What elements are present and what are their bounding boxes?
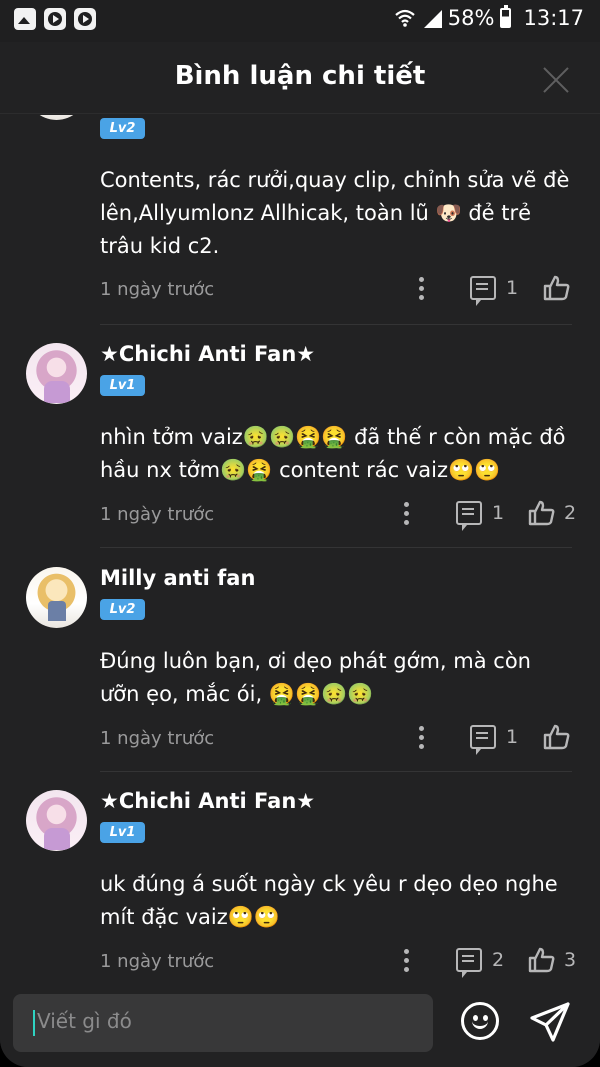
status-bar: 58% 13:17	[0, 0, 600, 42]
avatar[interactable]	[26, 567, 87, 628]
like-count: 2	[564, 502, 577, 524]
comment-composer: Viết gì đó	[0, 980, 600, 1067]
reply-count: 1	[506, 277, 519, 299]
header: Bình luận chi tiết	[0, 42, 600, 114]
video-icon	[44, 8, 66, 30]
level-badge: Lv2	[100, 118, 145, 139]
level-badge: Lv1	[100, 375, 145, 396]
comment-bubble-icon	[456, 948, 482, 978]
more-options-icon[interactable]	[403, 949, 411, 975]
avatar[interactable]	[26, 790, 87, 851]
signal-icon	[422, 8, 442, 28]
reply-count: 1	[492, 502, 505, 524]
comment-text: Contents, rác rưởi,quay clip, chỉnh sửa …	[100, 168, 570, 258]
level-badge: Lv2	[100, 599, 145, 620]
comment-bubble-icon	[470, 276, 496, 306]
avatar[interactable]	[26, 343, 87, 404]
divider	[100, 771, 572, 772]
battery-icon	[500, 5, 512, 28]
comment-time: 1 ngày trước	[100, 728, 215, 749]
video-icon	[74, 8, 96, 30]
username[interactable]: ★Chichi Anti Fan★	[100, 342, 315, 366]
comment-text: uk đúng á suốt ngày ck yêu r dẹo dẹo ngh…	[100, 872, 558, 929]
thumbs-up-icon	[528, 500, 555, 526]
like-button[interactable]: 2	[528, 500, 576, 526]
battery-percent: 58%	[447, 6, 495, 30]
comment-input-placeholder: Viết gì đó	[37, 1009, 132, 1033]
text-caret	[33, 1010, 35, 1036]
comment-time: 1 ngày trước	[100, 951, 215, 972]
reply-count: 2	[492, 949, 505, 971]
like-button[interactable]: 3	[528, 947, 576, 973]
divider	[100, 324, 572, 325]
comment-bubble-icon	[470, 725, 496, 755]
avatar[interactable]	[26, 115, 87, 120]
thumbs-up-icon	[543, 724, 570, 750]
more-options-icon[interactable]	[403, 502, 411, 528]
comment-time: 1 ngày trước	[100, 504, 215, 525]
more-options-icon[interactable]	[418, 726, 426, 752]
like-button[interactable]	[543, 275, 579, 301]
smiley-icon[interactable]	[461, 1002, 499, 1040]
comment-detail-screen: 58% 13:17 Bình luận chi tiết Lv2 Content…	[0, 0, 600, 1067]
comment-time: 1 ngày trước	[100, 279, 215, 300]
more-options-icon[interactable]	[418, 277, 426, 303]
reply-button[interactable]: 2	[456, 948, 505, 978]
send-icon[interactable]	[528, 1000, 572, 1044]
reply-button[interactable]: 1	[470, 725, 519, 755]
divider	[100, 547, 572, 548]
page-title: Bình luận chi tiết	[174, 61, 426, 91]
close-icon[interactable]	[542, 66, 570, 94]
clock: 13:17	[523, 6, 584, 30]
reply-button[interactable]: 1	[470, 276, 519, 306]
reply-button[interactable]: 1	[456, 501, 505, 531]
username[interactable]: Milly anti fan	[100, 566, 255, 590]
thumbs-up-icon	[543, 275, 570, 301]
comment-text: nhìn tởm vaiz🤢🤢🤮🤮 đã thế r còn mặc đồ hầ…	[100, 425, 566, 482]
wifi-icon	[395, 9, 415, 27]
comment-list[interactable]: Lv2 Contents, rác rưởi,quay clip, chỉnh …	[0, 115, 600, 980]
gallery-icon	[14, 8, 36, 30]
comment-text: Đúng luôn bạn, ơi dẹo phát gớm, mà còn ư…	[100, 649, 531, 706]
username[interactable]: ★Chichi Anti Fan★	[100, 789, 315, 813]
like-button[interactable]	[543, 724, 579, 750]
comment-bubble-icon	[456, 501, 482, 531]
reply-count: 1	[506, 726, 519, 748]
comment-input[interactable]: Viết gì đó	[13, 994, 433, 1052]
like-count: 3	[564, 949, 577, 971]
level-badge: Lv1	[100, 822, 145, 843]
thumbs-up-icon	[528, 947, 555, 973]
